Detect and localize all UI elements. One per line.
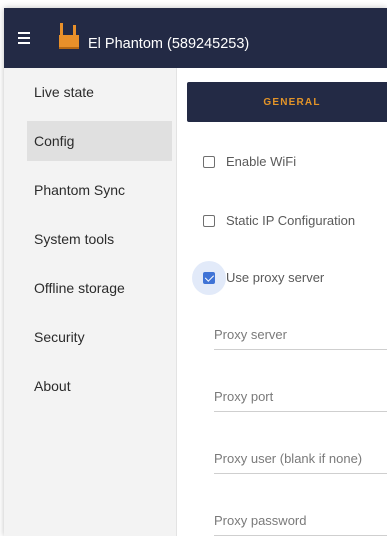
use-proxy-label: Use proxy server: [226, 270, 325, 285]
static-ip-row[interactable]: Static IP Configuration: [203, 213, 355, 228]
proxy-port-field[interactable]: Proxy port: [214, 381, 387, 412]
proxy-password-field[interactable]: Proxy password: [214, 505, 387, 536]
sidebar-item-config[interactable]: Config: [27, 121, 172, 161]
sidebar-item-system-tools[interactable]: System tools: [27, 219, 172, 259]
sidebar-item-offline-storage[interactable]: Offline storage: [27, 268, 172, 308]
app-bar: El Phantom (589245253): [4, 8, 387, 68]
proxy-password-placeholder: Proxy password: [214, 512, 307, 528]
phantom-logo-icon: [59, 23, 79, 49]
sidebar-item-security[interactable]: Security: [27, 317, 172, 357]
proxy-user-placeholder: Proxy user (blank if none): [214, 450, 363, 466]
config-content: GENERAL Enable WiFi Static IP Configurat…: [177, 68, 387, 536]
use-proxy-row[interactable]: Use proxy server: [192, 260, 325, 295]
proxy-user-field[interactable]: Proxy user (blank if none): [214, 443, 387, 474]
proxy-server-placeholder: Proxy server: [214, 326, 287, 342]
enable-wifi-checkbox[interactable]: [203, 155, 215, 168]
sidebar: Live state Config Phantom Sync System to…: [4, 68, 177, 536]
proxy-port-placeholder: Proxy port: [214, 388, 274, 404]
use-proxy-checkbox[interactable]: [203, 271, 215, 284]
enable-wifi-row[interactable]: Enable WiFi: [203, 154, 296, 169]
sidebar-item-live-state[interactable]: Live state: [27, 72, 172, 112]
static-ip-checkbox[interactable]: [203, 214, 215, 227]
enable-wifi-label: Enable WiFi: [226, 154, 297, 169]
proxy-server-field[interactable]: Proxy server: [214, 319, 387, 350]
tab-general[interactable]: GENERAL: [187, 82, 387, 122]
sidebar-item-about[interactable]: About: [27, 366, 172, 406]
app-title: El Phantom (589245253): [88, 36, 250, 52]
hamburger-menu-icon[interactable]: [18, 27, 40, 49]
sidebar-item-phantom-sync[interactable]: Phantom Sync: [27, 170, 172, 210]
static-ip-label: Static IP Configuration: [226, 213, 356, 228]
use-proxy-checkbox-wrap: [192, 260, 226, 295]
app-window: El Phantom (589245253) Live state Config…: [4, 8, 387, 536]
